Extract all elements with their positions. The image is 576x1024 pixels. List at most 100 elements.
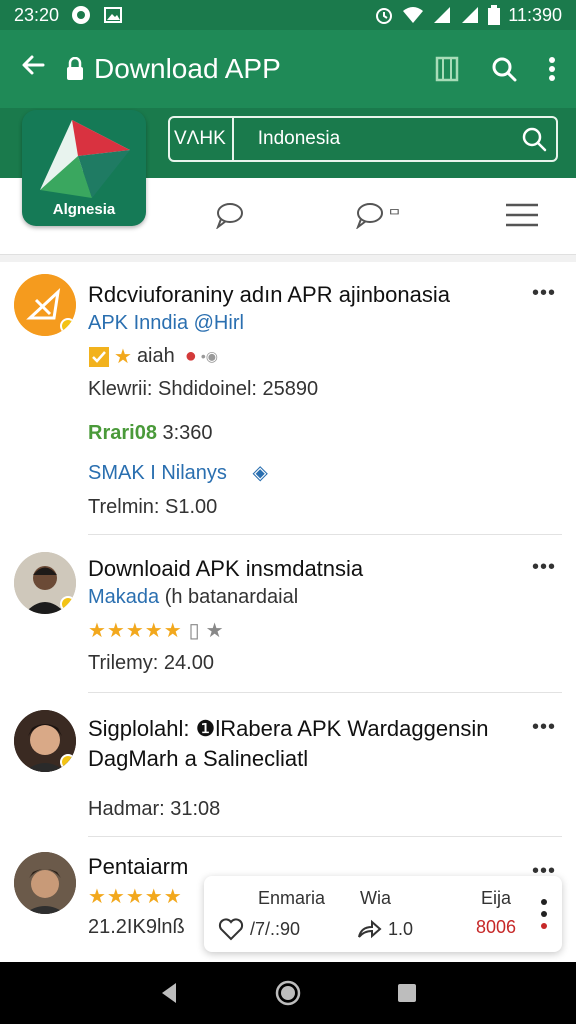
avatar xyxy=(14,552,76,614)
item-separator xyxy=(88,534,562,535)
action-stat-value: 8006 xyxy=(475,917,517,937)
signal-icon xyxy=(434,7,451,23)
item-subtitle: Makada (h batanardaial xyxy=(88,586,298,609)
item-link[interactable]: SMAK I Nilanys ◈ xyxy=(88,460,268,485)
item-rating: Rrari08 3:360 xyxy=(88,422,213,445)
item-link-text: SMAK I Nilanys xyxy=(88,462,227,484)
list-item[interactable]: Downloaid APK insmdatnsia ••• Makada (h … xyxy=(0,540,576,693)
action-like-value: /7/.:90 xyxy=(250,918,301,939)
item-separator xyxy=(88,836,562,837)
back-arrow-icon xyxy=(22,55,45,75)
list-item[interactable]: Sigplolahl: ❶lRabera APK Wardaggensin ••… xyxy=(0,696,576,838)
item-title: Rdcviuforaniny adın APR ajinbonasia xyxy=(88,282,451,307)
status-time: 23:20 xyxy=(14,4,60,25)
diamond-icon: ◈ xyxy=(252,462,268,484)
system-nav-bar xyxy=(0,962,576,1024)
tab-menu[interactable] xyxy=(504,201,540,229)
item-rating: ★★★★★ ▯ ★ xyxy=(88,618,224,643)
avatar xyxy=(14,852,76,914)
search-submit-button[interactable] xyxy=(512,126,556,152)
back-button[interactable] xyxy=(0,51,66,87)
tab-comments[interactable] xyxy=(214,201,244,229)
app-bar-title: Download APP xyxy=(66,53,434,85)
verified-badge xyxy=(60,318,76,334)
item-footer: Hadmar: 31:08 xyxy=(88,798,221,820)
nav-recents-icon xyxy=(397,984,416,1002)
item-title: Pentaiarm xyxy=(88,854,189,879)
tab-messages[interactable]: ᄆ xyxy=(354,201,401,229)
wifi-icon xyxy=(403,7,424,23)
nav-home-icon xyxy=(275,980,301,1006)
bookmark-icon[interactable] xyxy=(434,55,460,83)
menu-icon xyxy=(506,203,538,227)
action-like-label: Enmaria xyxy=(258,888,326,908)
share-icon xyxy=(358,919,382,939)
image-icon xyxy=(104,7,123,23)
item-tag: aiah xyxy=(136,345,175,367)
app-bar: Download APP xyxy=(0,30,576,108)
item-footer: Trilemy: 24.00 xyxy=(88,652,214,674)
nav-back-icon xyxy=(162,983,177,1003)
action-like[interactable]: Enmaria /7/.:90 xyxy=(218,888,328,941)
action-stat[interactable]: Eija 8006 xyxy=(466,888,526,938)
avatar xyxy=(14,710,76,772)
search-icon[interactable] xyxy=(490,55,518,83)
star-icon: ★ xyxy=(114,346,133,368)
rating-value: 3:360 xyxy=(162,422,213,444)
nav-home-button[interactable] xyxy=(268,973,308,1013)
more-options-button[interactable]: ••• xyxy=(532,282,556,305)
battery-time: 11:390 xyxy=(508,4,562,25)
alarm-icon xyxy=(376,8,393,24)
item-title: Sigplolahl: ❶lRabera APK Wardaggensin xyxy=(88,716,489,741)
item-subtitle-primary: Makada xyxy=(88,586,160,608)
phone-icon: ▯ xyxy=(188,620,200,642)
list-item[interactable]: Rdcviuforaniny adın APR ajinbonasia ••• … xyxy=(0,266,576,536)
nav-back-button[interactable] xyxy=(149,973,189,1013)
item-subtitle: DagMarh a Salinecliatl xyxy=(88,746,309,771)
page-title: Download APP xyxy=(94,53,281,84)
verified-badge xyxy=(60,754,76,770)
dot-icon: •◉ xyxy=(200,348,218,364)
nav-recents-button[interactable] xyxy=(387,973,427,1013)
item-meta: Klewrii: Shdidoinel: 25890 xyxy=(88,378,319,400)
more-vert-icon[interactable] xyxy=(548,56,556,82)
action-stat-label: Eija xyxy=(480,888,511,908)
person-icon: ● xyxy=(184,345,197,367)
action-popup: Enmaria /7/.:90 Wia 1.0 Eija 8006 xyxy=(204,876,562,952)
item-subtitle: APK Inndia @Hirl xyxy=(88,312,244,334)
search-input[interactable]: Indonesia xyxy=(234,128,512,150)
notification-icon xyxy=(72,6,91,24)
action-share-label: Wia xyxy=(360,888,391,908)
search-prefix: VΛHK xyxy=(170,118,234,160)
search-box[interactable]: VΛHK Indonesia xyxy=(168,116,558,162)
more-options-button[interactable]: ••• xyxy=(532,716,556,739)
lock-icon xyxy=(67,57,83,80)
battery-icon xyxy=(488,5,501,25)
app-logo[interactable]: Algnesia xyxy=(22,110,146,226)
star-rating: ★★★★★ xyxy=(88,620,183,642)
rating-label: Rrari08 xyxy=(88,422,157,444)
search-icon xyxy=(522,127,547,152)
item-separator xyxy=(88,692,562,693)
app-logo-label: Algnesia xyxy=(52,201,116,218)
avatar xyxy=(14,274,76,336)
chat-bubble-icon xyxy=(356,203,383,229)
status-bar: 23:20 11:390 xyxy=(0,0,576,30)
checkbox-icon xyxy=(89,346,109,367)
more-vert-icon[interactable] xyxy=(540,898,548,932)
screen: 23:20 11:390 Download APP Algnesia VΛHK … xyxy=(0,0,576,1024)
action-share[interactable]: Wia 1.0 xyxy=(356,888,436,941)
item-footer: Trelmin: S1.00 xyxy=(88,496,218,518)
heart-icon xyxy=(218,918,244,941)
section-divider xyxy=(0,254,576,262)
verified-badge xyxy=(60,596,76,612)
more-options-button[interactable]: ••• xyxy=(532,556,556,579)
star-rating: ★★★★★ xyxy=(88,886,183,908)
tab-row: ᄆ xyxy=(150,178,576,252)
action-share-value: 1.0 xyxy=(388,918,414,939)
signal-2-icon xyxy=(462,7,479,23)
item-tags: ★ aiah ● •◉ xyxy=(88,344,218,369)
chat-bubble-icon xyxy=(216,203,243,229)
tab-messages-label: ᄆ xyxy=(388,207,401,223)
item-footer: 21.2IK9lnß xyxy=(88,916,185,938)
